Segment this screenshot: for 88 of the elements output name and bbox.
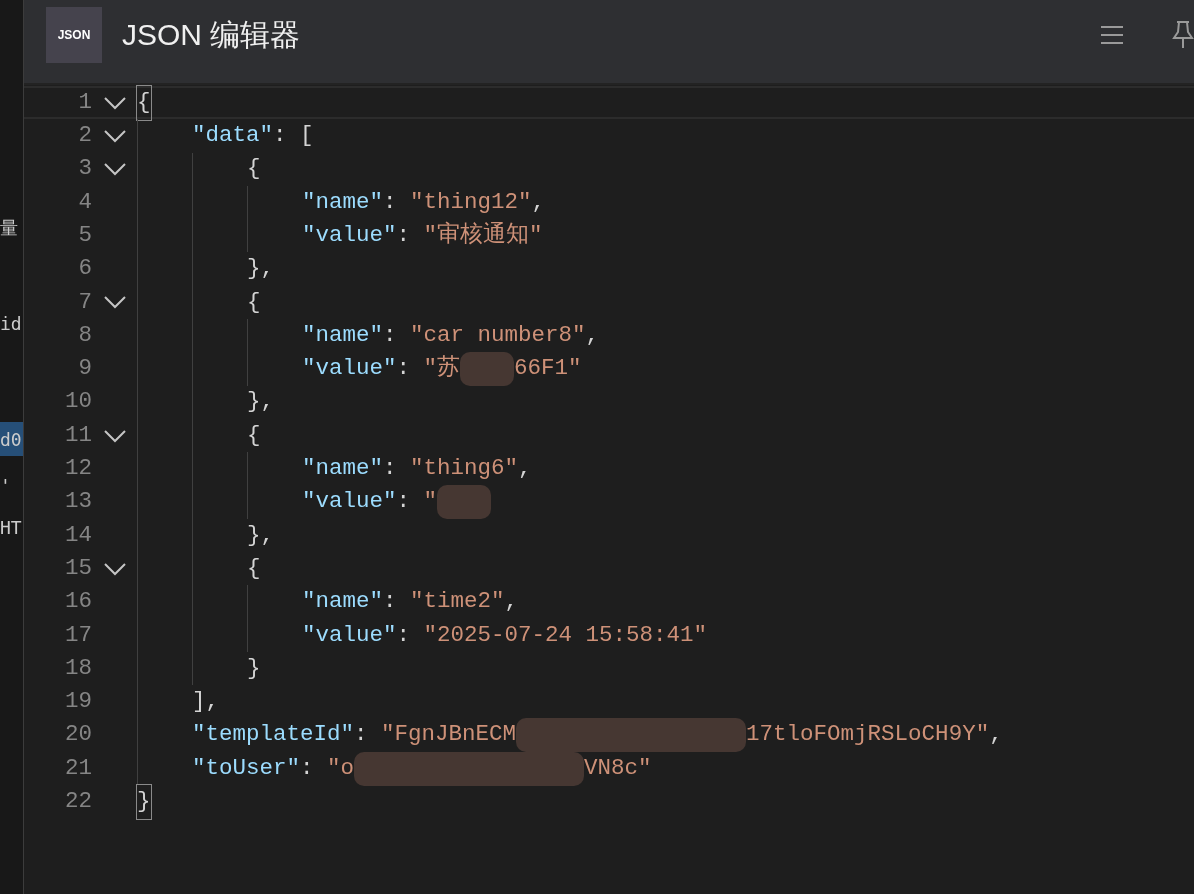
line-number: 14 — [64, 520, 92, 550]
json-punctuation: { — [247, 154, 261, 184]
line-number: 8 — [77, 320, 92, 350]
json-key: "name" — [302, 585, 384, 619]
text-fragment: ' — [0, 473, 11, 498]
chevron-down-icon[interactable] — [102, 128, 127, 143]
json-string: "thing6" — [410, 454, 519, 484]
json-string: 66F1" — [514, 354, 582, 384]
json-punctuation: : — [383, 187, 398, 217]
json-string: "time2" — [410, 587, 505, 617]
text-fragment: 量 — [0, 215, 18, 240]
json-punctuation: : — [383, 320, 398, 350]
json-string: VN8c" — [584, 753, 652, 783]
json-key: "name" — [302, 185, 384, 220]
json-key: "value" — [302, 485, 397, 520]
line-number: 17 — [64, 620, 92, 650]
json-string: "FgnJBnECM — [381, 720, 517, 750]
json-punctuation: } — [137, 785, 151, 819]
json-string: "审核通知" — [423, 220, 543, 250]
json-key: "value" — [302, 618, 397, 653]
json-key: "value" — [302, 352, 397, 386]
json-punctuation: : — [396, 354, 412, 384]
text-fragment: id — [0, 311, 22, 336]
json-key: "value" — [302, 218, 397, 253]
json-punctuation: { — [247, 287, 261, 317]
text-fragment: HT — [0, 515, 22, 540]
chevron-down-icon[interactable] — [102, 162, 127, 177]
json-punctuation: : — [396, 620, 412, 650]
json-punctuation: , — [989, 720, 1003, 750]
json-punctuation: : — [354, 720, 369, 750]
json-punctuation: { — [247, 420, 261, 450]
json-punctuation: : — [383, 587, 398, 617]
json-punctuation: }, — [247, 254, 275, 284]
line-number: 7 — [77, 287, 92, 317]
line-number: 21 — [64, 753, 92, 783]
line-number: 2 — [77, 121, 92, 151]
line-number: 12 — [64, 454, 92, 484]
line-number: 5 — [77, 220, 92, 250]
menu-icon[interactable] — [1100, 24, 1124, 45]
text-fragment: d0 — [0, 427, 22, 452]
chevron-down-icon[interactable] — [102, 295, 127, 310]
line-number: 11 — [64, 420, 92, 450]
line-number: 15 — [64, 553, 92, 583]
window-title: JSON 编辑器 — [122, 17, 301, 53]
line-number: 20 — [64, 720, 92, 750]
json-string: " — [423, 487, 438, 517]
json-string: "2025-07-24 15:58:41" — [423, 620, 708, 650]
line-number: 1 — [77, 87, 92, 117]
line-number: 22 — [64, 787, 92, 816]
line-number: 4 — [77, 187, 92, 217]
line-number: 16 — [64, 587, 92, 617]
line-number: 18 — [64, 653, 92, 683]
json-punctuation: : — [300, 753, 315, 783]
line-number: 9 — [77, 354, 92, 384]
json-punctuation: , — [585, 320, 600, 350]
json-string: 17tloFOmjRSLoCH9Y" — [746, 720, 990, 750]
json-string: "car number8" — [410, 320, 586, 350]
chevron-down-icon[interactable] — [102, 428, 127, 443]
json-key: "templateId" — [192, 718, 355, 753]
line-number: 13 — [64, 487, 92, 517]
json-punctuation: ], — [192, 687, 220, 717]
json-key: "toUser" — [192, 751, 301, 786]
json-punctuation: { — [247, 553, 261, 583]
chevron-down-icon[interactable] — [102, 95, 127, 110]
json-string: "thing12" — [410, 187, 532, 217]
json-key: "name" — [302, 318, 384, 353]
json-punctuation: : — [383, 454, 398, 484]
json-punctuation: } — [247, 653, 261, 683]
line-number: 19 — [64, 687, 92, 717]
json-punctuation: : [ — [273, 121, 314, 151]
json-string: "o — [327, 753, 355, 783]
json-punctuation: , — [531, 187, 546, 217]
json-string: "苏 — [423, 354, 461, 384]
json-key: "data" — [192, 119, 274, 153]
json-punctuation: , — [518, 454, 532, 484]
json-punctuation: : — [396, 487, 412, 517]
line-number: 6 — [77, 254, 92, 284]
line-number: 3 — [77, 154, 92, 184]
json-key: "name" — [302, 452, 384, 486]
line-number: 10 — [64, 387, 92, 417]
json-punctuation: { — [137, 85, 151, 120]
json-punctuation: }, — [247, 387, 275, 417]
json-punctuation: , — [504, 587, 519, 617]
pin-icon[interactable] — [1172, 19, 1194, 50]
json-punctuation: : — [396, 220, 412, 250]
json-punctuation: }, — [247, 520, 275, 550]
chevron-down-icon[interactable] — [102, 561, 127, 576]
json-logo: JSON — [46, 6, 102, 63]
